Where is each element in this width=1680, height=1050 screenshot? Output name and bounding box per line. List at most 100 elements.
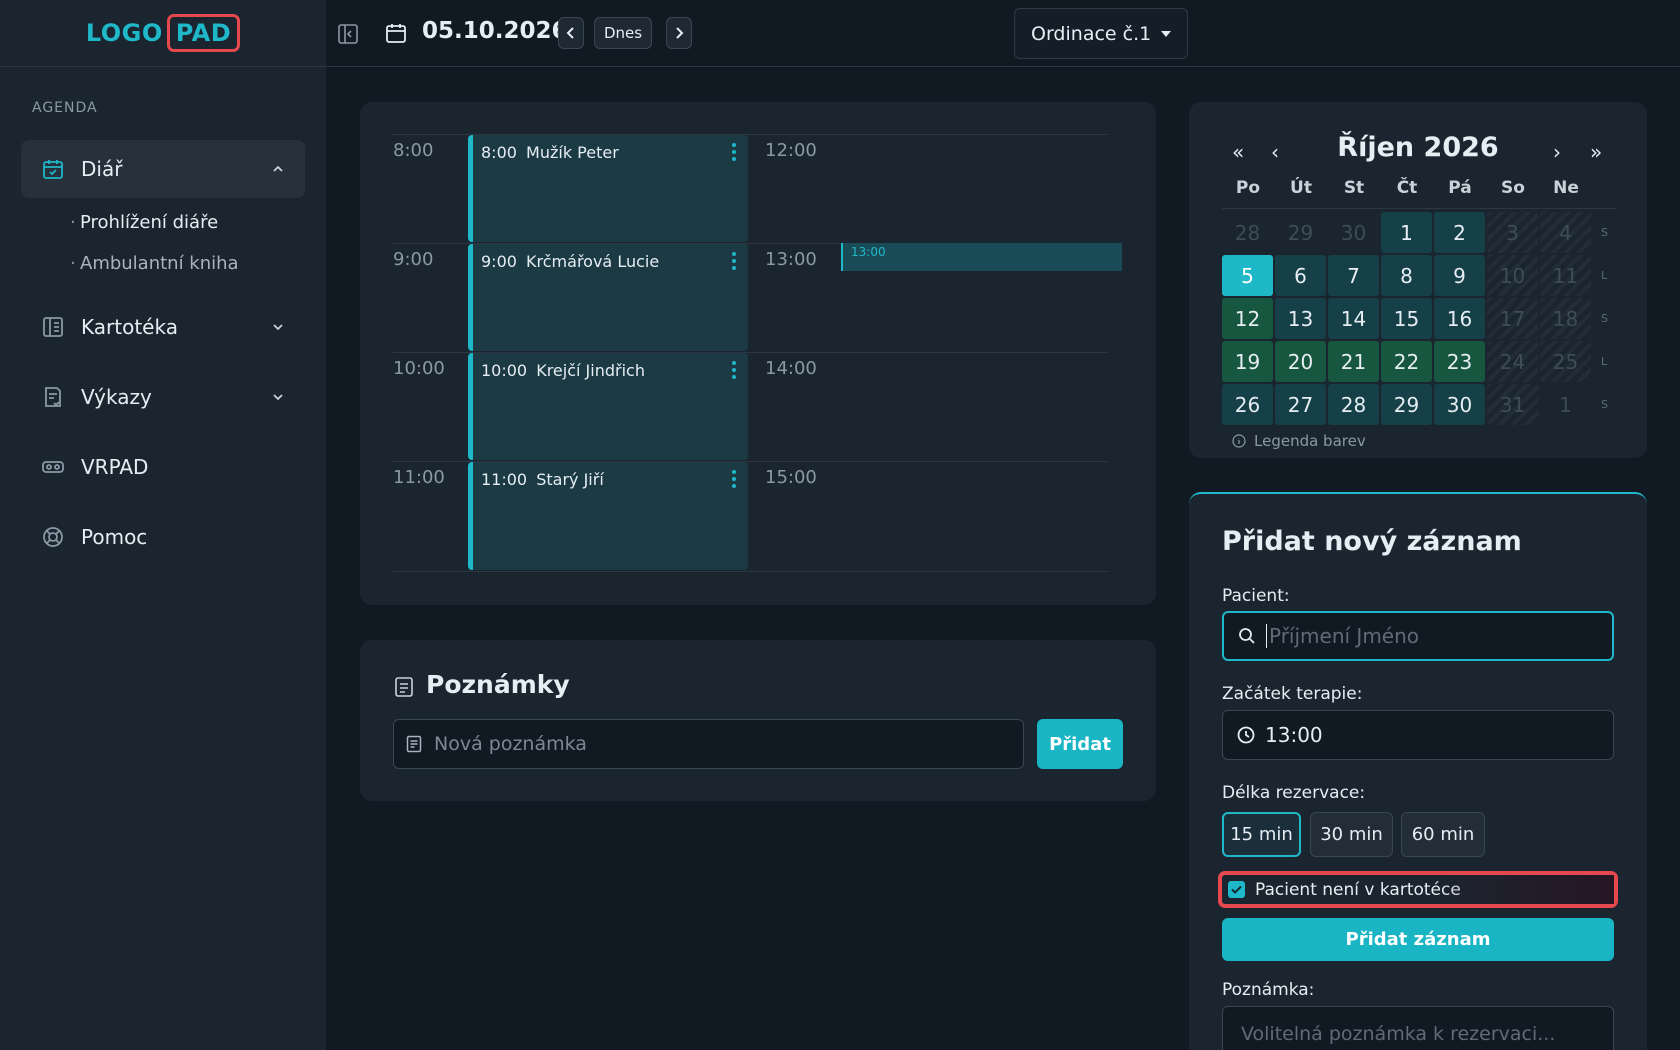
- calendar-day[interactable]: 3: [1487, 212, 1538, 253]
- duration-60-button[interactable]: 60 min: [1401, 812, 1485, 857]
- prev-day-button[interactable]: [558, 17, 584, 49]
- time-label: 15:00: [765, 467, 817, 488]
- calendar-day[interactable]: 20: [1275, 341, 1326, 382]
- appointment-patient: Krčmářová Lucie: [526, 252, 660, 271]
- week-mark: S: [1601, 312, 1608, 325]
- calendar-day[interactable]: 8: [1381, 255, 1432, 296]
- more-vertical-icon[interactable]: [732, 252, 736, 270]
- selected-time-slot[interactable]: 13:00: [841, 243, 1122, 271]
- sidebar-item-kartoteka[interactable]: Kartotéka: [21, 298, 305, 356]
- lifebuoy-icon: [43, 527, 63, 547]
- appointment-card[interactable]: 9:00 Krčmářová Lucie: [468, 244, 748, 351]
- patient-search-input[interactable]: Příjmení Jméno: [1222, 611, 1614, 661]
- sidebar-item-vrpad[interactable]: VRPAD: [21, 438, 305, 496]
- more-vertical-icon[interactable]: [732, 361, 736, 379]
- calendar-day[interactable]: 30: [1434, 384, 1485, 425]
- clock-icon: [1237, 726, 1255, 744]
- caret-down-icon: [1161, 30, 1171, 37]
- start-time-value: 13:00: [1265, 723, 1323, 747]
- sidebar-subitem-ambulantni-kniha[interactable]: Ambulantní kniha: [70, 253, 239, 274]
- search-icon: [1239, 628, 1255, 644]
- more-vertical-icon[interactable]: [732, 143, 736, 161]
- logo[interactable]: LOGO PAD: [0, 0, 326, 67]
- calendar-day[interactable]: 22: [1381, 341, 1432, 382]
- calendar-day[interactable]: 6: [1275, 255, 1326, 296]
- weekday-header: Pá: [1448, 178, 1472, 198]
- sidebar-item-vykazy[interactable]: Výkazy: [21, 368, 305, 426]
- calendar-day[interactable]: 29: [1275, 212, 1326, 253]
- new-note-input[interactable]: Nová poznámka: [393, 719, 1024, 769]
- sidebar-subitem-prohlizeni[interactable]: Prohlížení diáře: [70, 212, 218, 233]
- calendar-day[interactable]: 1: [1540, 384, 1591, 425]
- not-in-registry-checkbox[interactable]: [1228, 881, 1245, 898]
- calendar-day[interactable]: 13: [1275, 298, 1326, 339]
- duration-30-button[interactable]: 30 min: [1310, 812, 1393, 857]
- calendar-day[interactable]: 18: [1540, 298, 1591, 339]
- text-cursor: [1266, 624, 1267, 648]
- sidebar-item-pomoc[interactable]: Pomoc: [21, 508, 305, 566]
- calendar-check-icon: [43, 160, 63, 179]
- time-label: 9:00: [393, 249, 434, 270]
- time-label: 14:00: [765, 358, 817, 379]
- calendar-day[interactable]: 11: [1540, 255, 1591, 296]
- calendar-day[interactable]: 28: [1328, 384, 1379, 425]
- calendar-day[interactable]: 14: [1328, 298, 1379, 339]
- time-label: 10:00: [393, 358, 445, 379]
- add-note-button[interactable]: Přidat: [1037, 719, 1123, 769]
- week-mark: L: [1601, 355, 1608, 368]
- calendar-day[interactable]: 31: [1487, 384, 1538, 425]
- logo-text-pad: PAD: [166, 14, 241, 52]
- calendar-day[interactable]: 23: [1434, 341, 1485, 382]
- appointment-time: 9:00: [481, 252, 517, 271]
- calendar-day[interactable]: 1: [1381, 212, 1432, 253]
- sidebar-collapse-icon[interactable]: [336, 22, 360, 46]
- chevron-down-icon: [273, 324, 283, 331]
- not-in-registry-label: Pacient není v kartotéce: [1255, 879, 1461, 900]
- month-calendar: « ‹ Říjen 2026 › » Po Út St Čt Pá So Ne 28 29 30…: [1189, 102, 1647, 458]
- next-day-button[interactable]: [666, 17, 692, 49]
- duration-15-button[interactable]: 15 min: [1222, 812, 1301, 857]
- sidebar-item-label: Diář: [81, 157, 123, 181]
- appointment-card[interactable]: 8:00 Mužík Peter: [468, 135, 748, 242]
- sidebar-item-label: Výkazy: [81, 385, 152, 409]
- calendar-day[interactable]: 24: [1487, 341, 1538, 382]
- location-select[interactable]: Ordinace č.1: [1014, 8, 1188, 59]
- calendar-day[interactable]: 25: [1540, 341, 1591, 382]
- sidebar-item-diar[interactable]: Diář: [21, 140, 305, 198]
- calendar-day[interactable]: 12: [1222, 298, 1273, 339]
- logo-text-logo: LOGO: [85, 19, 163, 47]
- weekday-header: Ne: [1553, 178, 1579, 198]
- calendar-day[interactable]: 21: [1328, 341, 1379, 382]
- calendar-day[interactable]: 17: [1487, 298, 1538, 339]
- calendar-day[interactable]: 27: [1275, 384, 1326, 425]
- add-record-button[interactable]: Přidat záznam: [1222, 918, 1614, 961]
- calendar-day[interactable]: 30: [1328, 212, 1379, 253]
- weekday-header: St: [1343, 178, 1365, 198]
- calendar-day[interactable]: 4: [1540, 212, 1591, 253]
- reservation-note-textarea[interactable]: Volitelná poznámka k rezervaci...: [1222, 1006, 1614, 1050]
- calendar-day[interactable]: 5: [1222, 255, 1273, 296]
- calendar-day[interactable]: 2: [1434, 212, 1485, 253]
- calendar-day[interactable]: 10: [1487, 255, 1538, 296]
- appointment-card[interactable]: 10:00 Krejčí Jindřich: [468, 353, 748, 460]
- start-time-input[interactable]: 13:00: [1222, 710, 1614, 760]
- next-month-button[interactable]: ›: [1553, 140, 1561, 164]
- next-year-button[interactable]: »: [1590, 140, 1602, 164]
- note-icon: [406, 735, 422, 753]
- calendar-day[interactable]: 15: [1381, 298, 1432, 339]
- today-button[interactable]: Dnes: [594, 17, 652, 49]
- info-icon: [1232, 434, 1246, 448]
- calendar-day[interactable]: 29: [1381, 384, 1432, 425]
- calendar-day[interactable]: 9: [1434, 255, 1485, 296]
- calendar-day[interactable]: 7: [1328, 255, 1379, 296]
- calendar-day[interactable]: 19: [1222, 341, 1273, 382]
- weekday-header: So: [1501, 178, 1525, 198]
- more-vertical-icon[interactable]: [732, 470, 736, 488]
- color-legend-link[interactable]: Legenda barev: [1232, 432, 1366, 450]
- calendar-day[interactable]: 26: [1222, 384, 1273, 425]
- day-schedule: 8:00 9:00 10:00 11:00 12:00 13:00 14:00 …: [360, 102, 1156, 605]
- calendar-day[interactable]: 16: [1434, 298, 1485, 339]
- appointment-card[interactable]: 11:00 Starý Jiří: [468, 462, 748, 570]
- location-select-value: Ordinace č.1: [1031, 22, 1152, 45]
- calendar-day[interactable]: 28: [1222, 212, 1273, 253]
